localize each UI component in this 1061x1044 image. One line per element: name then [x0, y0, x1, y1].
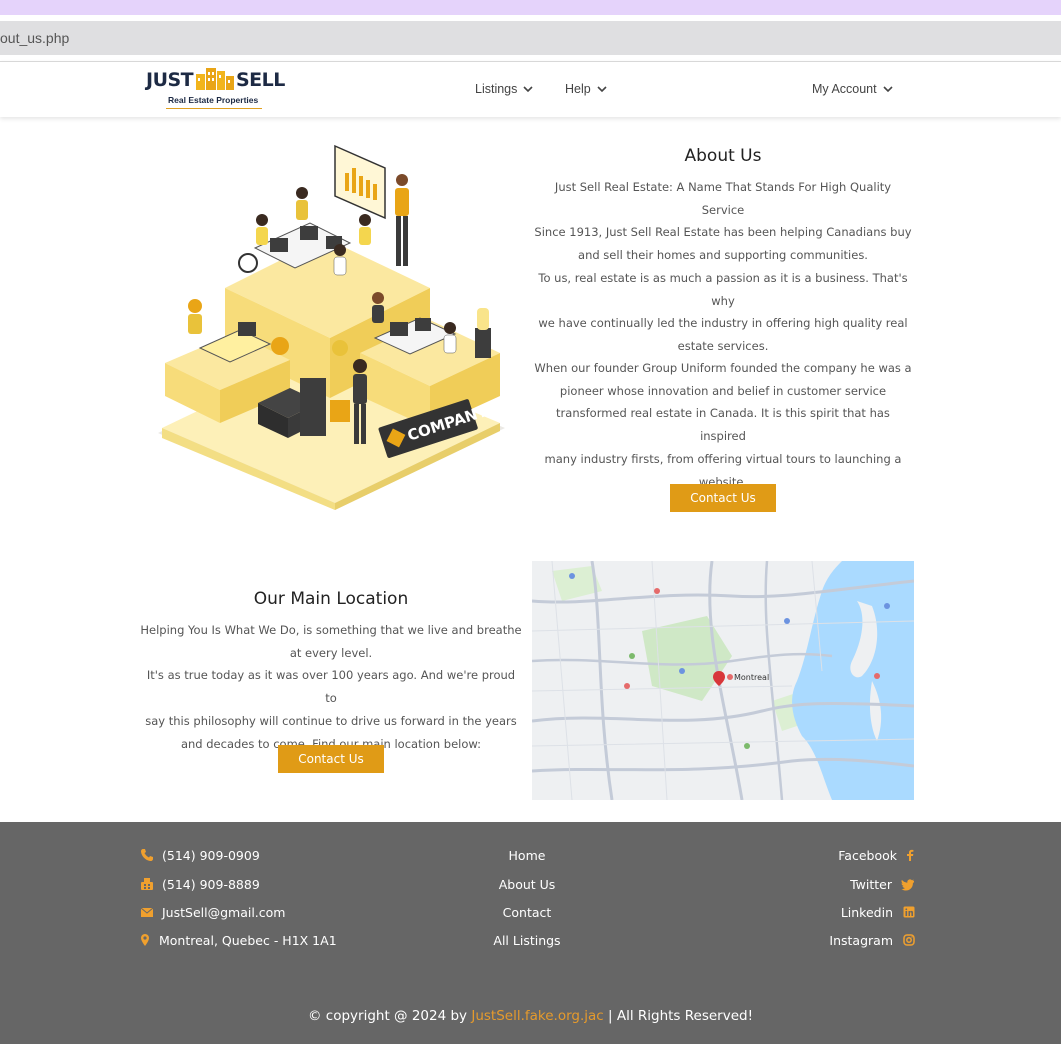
about-p1-line: and sell their homes and supporting comm… — [578, 248, 868, 263]
map-marker-icon — [141, 934, 149, 946]
map-city-label: Montreal — [734, 673, 769, 682]
about-p1-line: Just Sell Real Estate: A Name That Stand… — [554, 180, 892, 217]
address-bar[interactable]: out_us.php — [0, 21, 1061, 55]
nav-listings[interactable]: Listings — [475, 82, 533, 96]
footer-social-linkedin[interactable]: Linkedin — [700, 905, 893, 920]
chevron-down-icon — [597, 85, 607, 92]
logo-word-sell: SELL — [236, 69, 285, 91]
location-line: Helping You Is What We Do, is something … — [140, 623, 522, 637]
nav-listings-label: Listings — [475, 82, 518, 96]
footer-address: Montreal, Quebec - H1X 1A1 — [159, 933, 337, 948]
logo-word-just: JUST — [146, 69, 194, 91]
about-paragraph-2: To us, real estate is as much a passion … — [532, 267, 914, 358]
footer-email[interactable]: JustSell@gmail.com — [162, 905, 285, 920]
logo-tagline: Real Estate Properties — [168, 95, 259, 105]
location-line: say this philosophy will continue to dri… — [145, 713, 517, 728]
location-paragraph: Helping You Is What We Do, is something … — [140, 619, 522, 755]
site-footer: (514) 909-0909 (514) 909-8889 JustSell@g… — [0, 822, 1061, 1044]
footer-link-listings[interactable]: All Listings — [427, 933, 627, 948]
location-map[interactable]: Montreal — [532, 561, 914, 800]
footer-social-twitter[interactable]: Twitter — [700, 877, 892, 892]
phone-icon — [141, 849, 153, 861]
copyright-prefix: © copyright @ 2024 by — [308, 1008, 472, 1024]
copyright-site-link[interactable]: JustSell.fake.org.jac — [471, 1008, 603, 1024]
location-line: It's as true today as it was over 100 ye… — [146, 668, 516, 706]
nav-help-label: Help — [565, 82, 591, 96]
about-p2-line: estate services. — [677, 339, 769, 354]
map-graphic: Montreal — [532, 561, 914, 800]
footer-phone[interactable]: (514) 909-0909 — [162, 848, 260, 863]
location-title: Our Main Location — [253, 589, 409, 609]
office-illustration: COMPANY — [158, 144, 505, 510]
chevron-down-icon — [523, 85, 533, 92]
footer-link-home[interactable]: Home — [427, 848, 627, 863]
address-bar-url[interactable]: out_us.php — [0, 30, 69, 46]
nav-my-account[interactable]: My Account — [812, 82, 893, 96]
copyright-suffix: | All Rights Reserved! — [603, 1008, 753, 1024]
about-p3-line: When our founder Group Uniform founded t… — [534, 361, 912, 375]
about-paragraph-3: When our founder Group Uniform founded t… — [532, 357, 914, 493]
footer-social-facebook[interactable]: Facebook — [700, 848, 897, 863]
copyright-notice: © copyright @ 2024 by JustSell.fake.org.… — [0, 1008, 1061, 1024]
footer-link-contact[interactable]: Contact — [427, 905, 627, 920]
nav-help[interactable]: Help — [565, 82, 607, 96]
logo-buildings-icon — [196, 68, 234, 90]
footer-social-instagram[interactable]: Instagram — [700, 933, 893, 948]
instagram-icon[interactable] — [902, 933, 916, 947]
about-p3-line: many industry firsts, from offering virt… — [544, 451, 902, 466]
site-logo[interactable]: JUST SELL Real Estate Properties — [146, 65, 285, 111]
browser-tab-strip — [0, 0, 1061, 15]
about-paragraph-1: Just Sell Real Estate: A Name That Stand… — [532, 176, 914, 267]
about-p3-line: pioneer whose innovation and belief in c… — [559, 383, 887, 398]
about-p2-line: To us, real estate is as much a passion … — [538, 271, 908, 308]
site-header: JUST SELL Real Estate Properties Listing… — [0, 61, 1061, 117]
about-p2-line: we have continually led the industry in … — [538, 316, 908, 331]
nav-my-account-label: My Account — [812, 82, 877, 96]
linkedin-icon[interactable] — [902, 905, 916, 919]
twitter-icon[interactable] — [901, 877, 915, 891]
footer-fax[interactable]: (514) 909-8889 — [162, 877, 260, 892]
envelope-icon — [140, 907, 154, 917]
about-p3-line: transformed real estate in Canada. It is… — [556, 406, 890, 444]
footer-link-about[interactable]: About Us — [427, 877, 627, 892]
chevron-down-icon — [883, 85, 893, 92]
facebook-icon[interactable] — [903, 848, 917, 862]
location-contact-button[interactable]: Contact Us — [278, 745, 384, 773]
about-title: About Us — [684, 146, 762, 166]
logo-underline — [166, 108, 262, 109]
about-p1-line: Since 1913, Just Sell Real Estate has be… — [534, 225, 912, 240]
fax-icon — [141, 878, 153, 890]
location-line: at every level. — [289, 645, 373, 660]
about-contact-button[interactable]: Contact Us — [670, 484, 776, 512]
